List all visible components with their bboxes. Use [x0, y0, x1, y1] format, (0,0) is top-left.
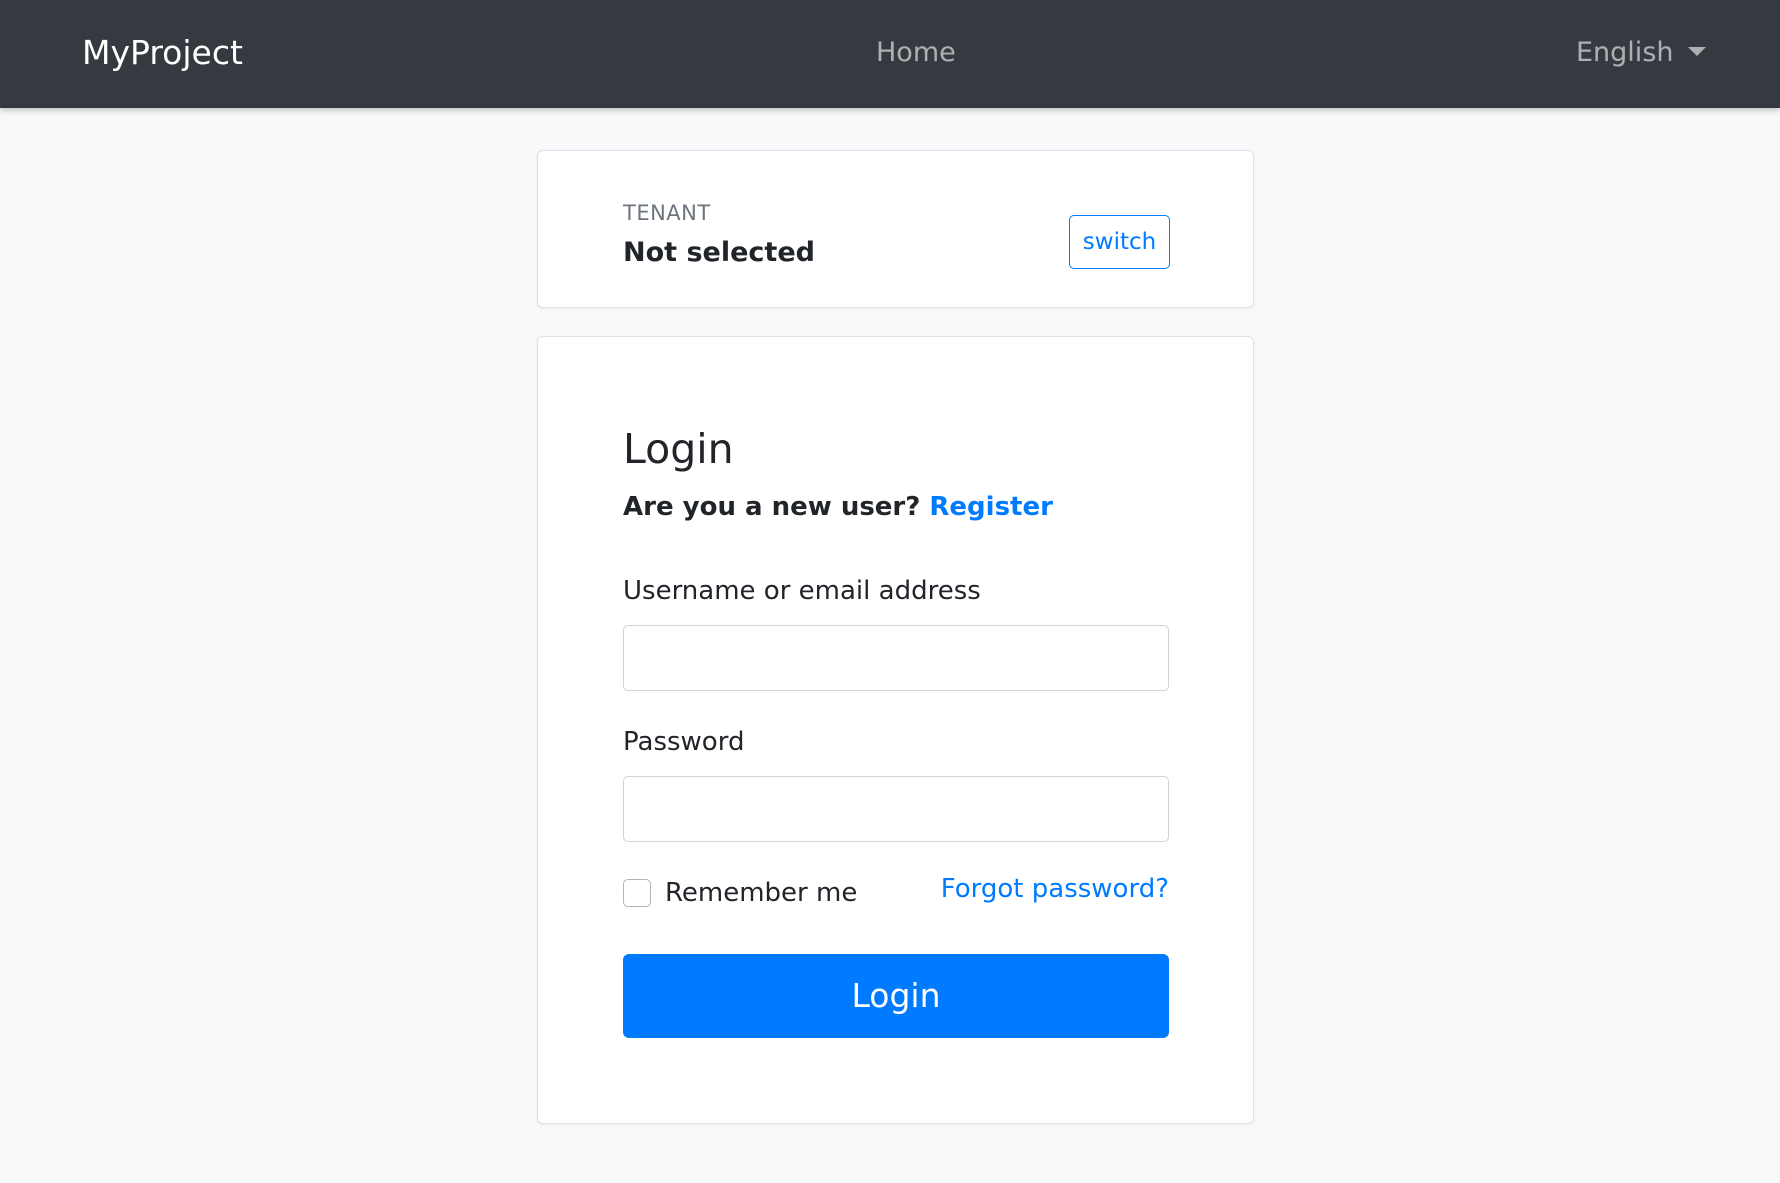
- forgot-password-link[interactable]: Forgot password?: [941, 871, 1169, 907]
- switch-tenant-button[interactable]: switch: [1069, 215, 1170, 269]
- tenant-label: TENANT: [623, 201, 711, 225]
- top-navbar: MyProject Home English: [0, 0, 1780, 108]
- password-label: Password: [623, 727, 745, 757]
- login-button[interactable]: Login: [623, 954, 1169, 1038]
- brand-logo[interactable]: MyProject: [82, 30, 243, 76]
- language-dropdown[interactable]: English: [1576, 34, 1706, 72]
- remember-me-checkbox[interactable]: Remember me: [623, 875, 857, 911]
- remember-me-label: Remember me: [665, 878, 858, 908]
- register-link[interactable]: Register: [929, 492, 1053, 522]
- tenant-value: Not selected: [623, 237, 815, 268]
- checkbox-box[interactable]: [623, 879, 651, 907]
- login-title: Login: [623, 425, 734, 473]
- password-input[interactable]: [623, 776, 1169, 842]
- new-user-text: Are you a new user?: [623, 492, 921, 522]
- new-user-prompt: Are you a new user? Register: [623, 489, 1053, 525]
- tenant-card: TENANT Not selected switch: [537, 150, 1254, 308]
- username-input[interactable]: [623, 625, 1169, 691]
- username-label: Username or email address: [623, 576, 981, 606]
- login-card: Login Are you a new user? Register Usern…: [537, 336, 1254, 1124]
- caret-down-icon: [1687, 46, 1706, 56]
- nav-home-link[interactable]: Home: [876, 34, 956, 72]
- language-label: English: [1576, 37, 1674, 68]
